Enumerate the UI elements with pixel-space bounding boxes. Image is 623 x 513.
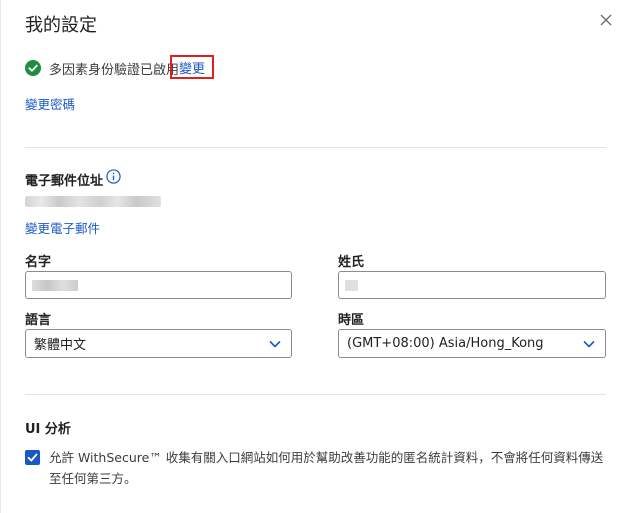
last-name-input[interactable] xyxy=(338,271,606,299)
email-section-label: 電子郵件位址 xyxy=(25,174,104,189)
mfa-status-text: 多因素身份驗證已啟用 xyxy=(49,62,180,78)
settings-dialog: 我的設定 多因素身份驗證已啟用 變更 變更密碼 電子郵件位址 變更電子郵件 名字… xyxy=(0,0,622,513)
change-mfa-link[interactable]: 變更 xyxy=(170,55,214,79)
timezone-label: 時區 xyxy=(338,313,365,328)
dialog-title: 我的設定 xyxy=(25,15,97,36)
analytics-consent-checkbox[interactable] xyxy=(25,450,40,465)
analytics-heading: UI 分析 xyxy=(25,422,71,437)
language-select-value: 繁體中文 xyxy=(34,338,87,353)
change-password-link[interactable]: 變更密碼 xyxy=(25,94,75,113)
mfa-status-row: 多因素身份驗證已啟用 xyxy=(25,58,179,78)
chevron-down-icon xyxy=(583,340,595,348)
language-select[interactable]: 繁體中文 xyxy=(25,329,292,358)
info-icon[interactable] xyxy=(106,169,121,184)
timezone-select-value: (GMT+08:00) Asia/Hong_Kong xyxy=(347,336,544,351)
timezone-select[interactable]: (GMT+08:00) Asia/Hong_Kong xyxy=(338,329,606,358)
change-email-link[interactable]: 變更電子郵件 xyxy=(25,218,100,237)
last-name-label: 姓氏 xyxy=(338,255,365,270)
email-value-redacted xyxy=(25,196,161,207)
first-name-input[interactable] xyxy=(25,271,292,299)
divider xyxy=(25,147,606,148)
chevron-down-icon xyxy=(269,340,281,348)
close-icon[interactable] xyxy=(598,12,614,28)
language-label: 語言 xyxy=(25,313,52,328)
last-name-value-redacted xyxy=(345,280,358,291)
first-name-label: 名字 xyxy=(25,255,52,270)
check-circle-icon xyxy=(25,60,41,76)
divider xyxy=(25,394,606,395)
analytics-consent-text: 允許 WithSecure™ 收集有關入口網站如何用於幫助改善功能的匿名統計資料… xyxy=(49,450,604,486)
checkmark-icon xyxy=(27,453,38,462)
first-name-value-redacted xyxy=(32,280,78,291)
